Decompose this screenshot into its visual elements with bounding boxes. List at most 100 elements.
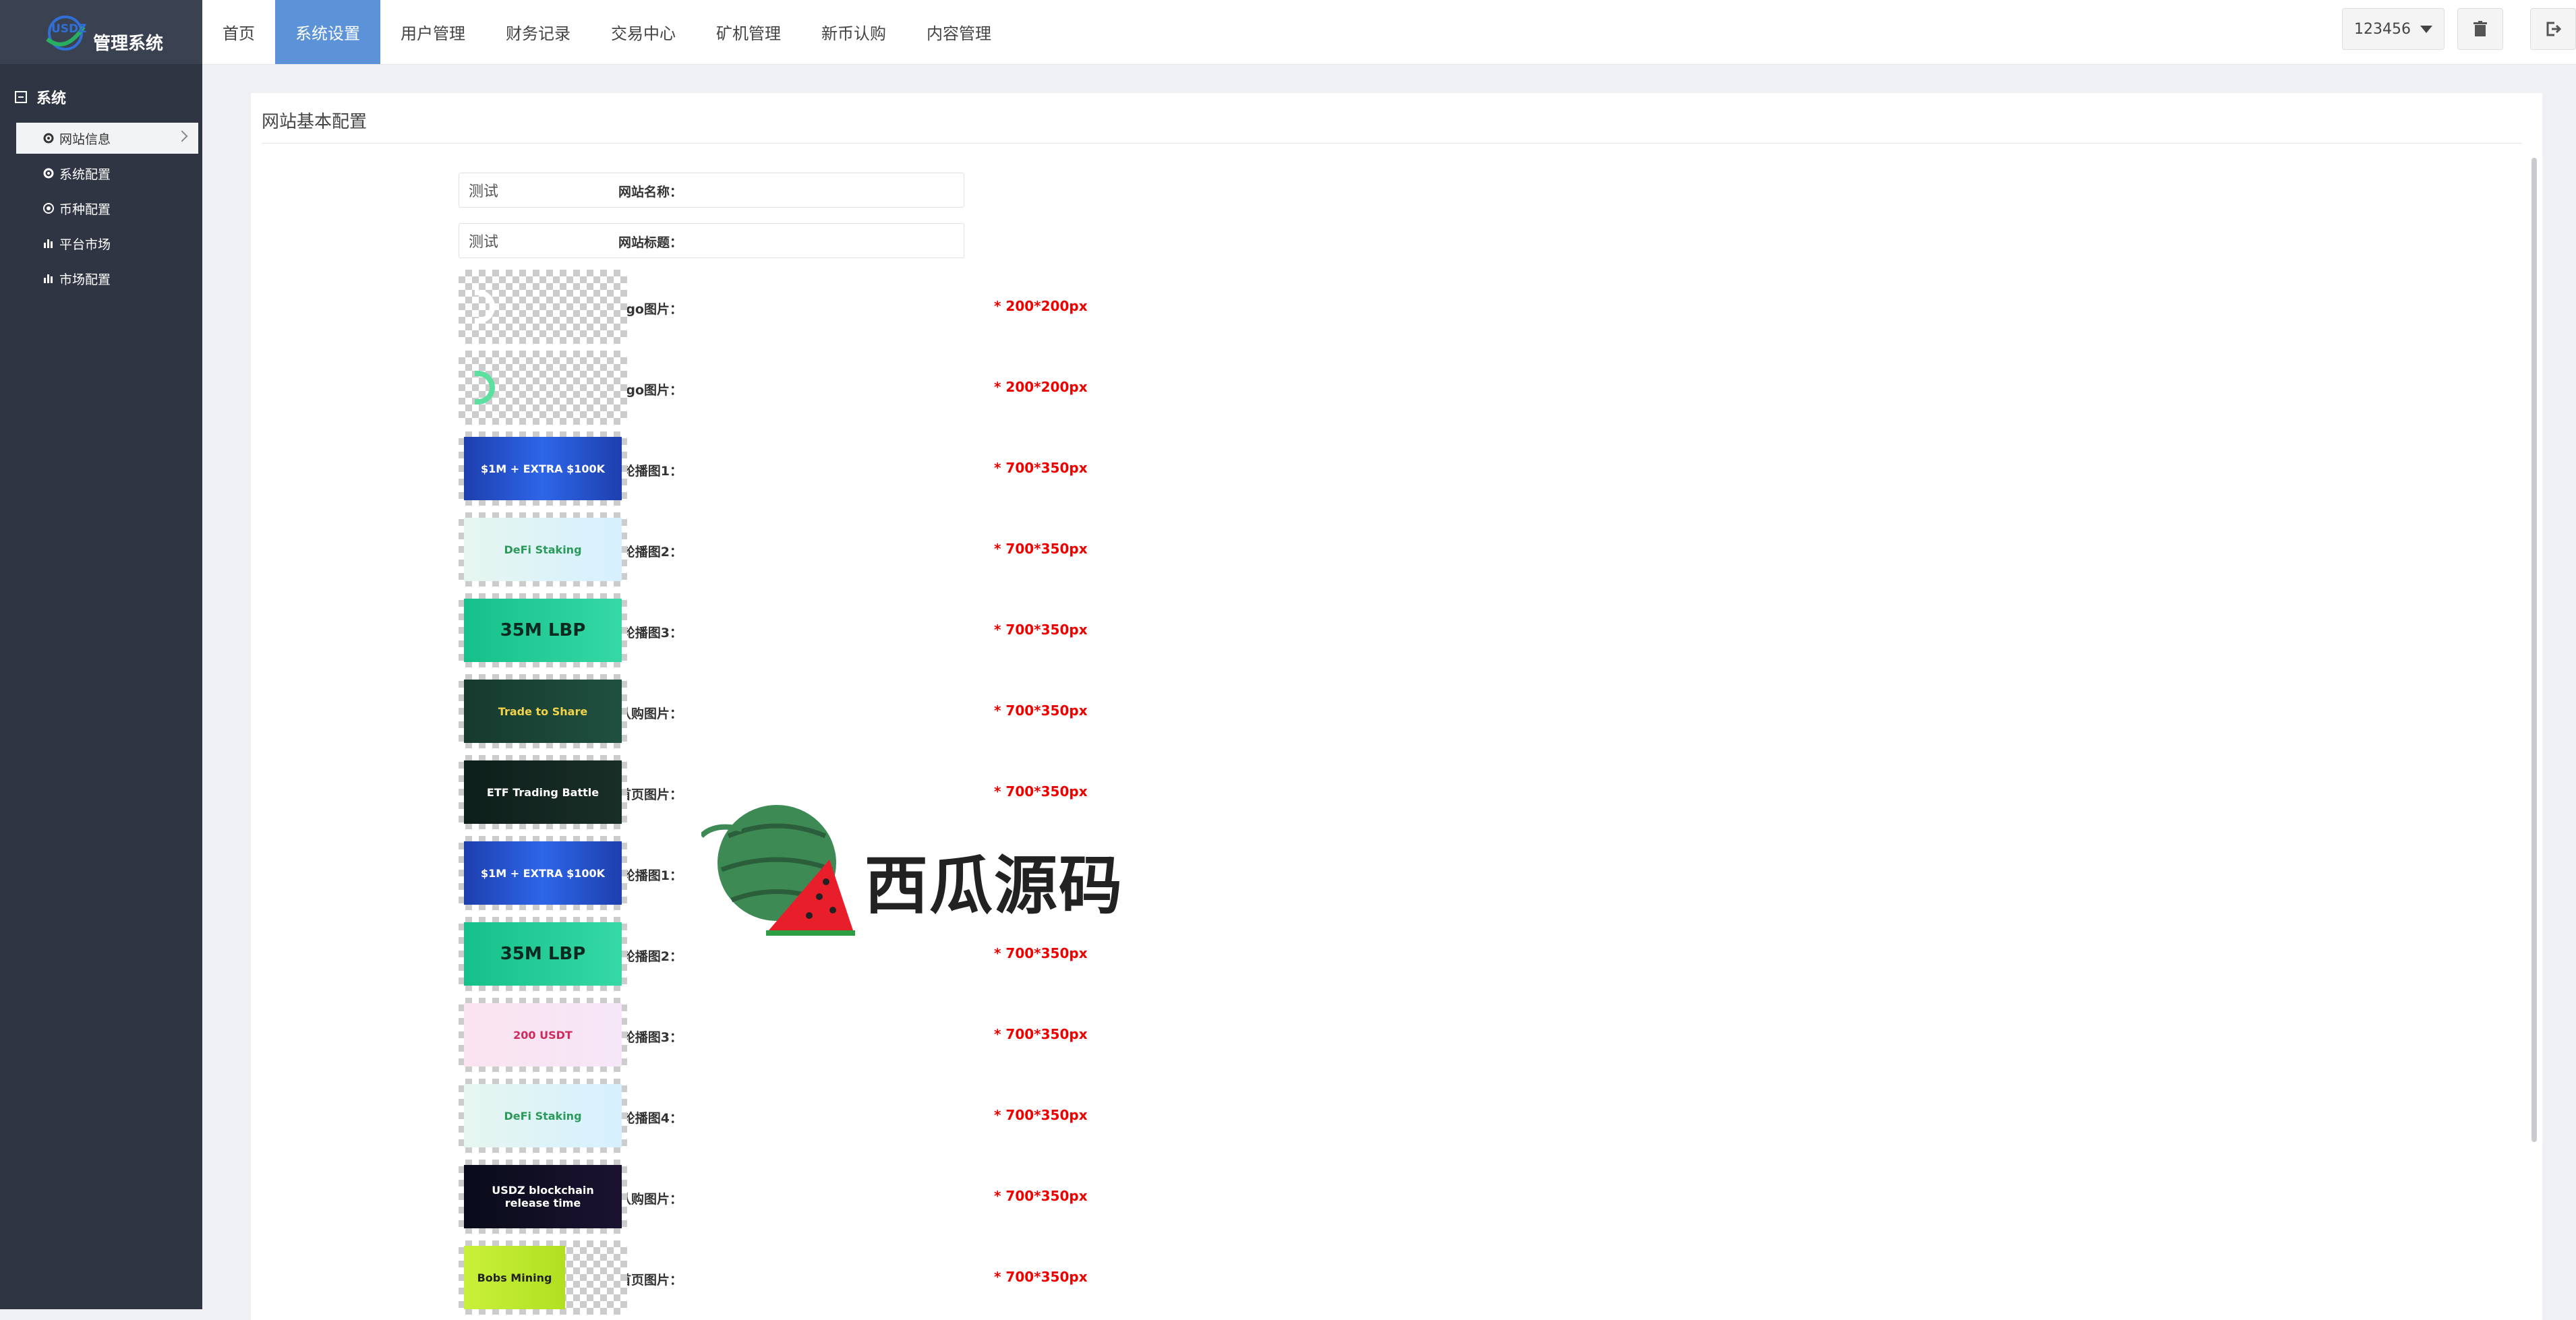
- app-title: 管理系统: [93, 34, 164, 54]
- user-dropdown[interactable]: 123456: [2342, 8, 2445, 50]
- config-panel: 网站基本配置 网站名称： 测试 网站标题： 测试 手机端Logo图片：* 200…: [251, 93, 2542, 1320]
- form-row-image: 手机端轮播图1： $1M + EXTRA $100K * 700*350px: [251, 431, 1195, 506]
- logout-button[interactable]: [2530, 8, 2576, 50]
- banner-preview: Trade to Share: [464, 680, 622, 743]
- size-hint: * 700*350px: [994, 1269, 1088, 1285]
- image-upload-preview[interactable]: 200 USDT: [459, 998, 627, 1072]
- tab-content-management[interactable]: 内容管理: [906, 0, 1012, 64]
- banner-preview: DeFi Staking: [464, 518, 622, 581]
- trash-icon: [2473, 21, 2487, 36]
- sidebar-item-label: 市场配置: [59, 272, 111, 287]
- sidebar-item-label: 币种配置: [59, 202, 111, 217]
- banner-text: USDZ blockchain release time: [492, 1184, 594, 1209]
- site-title-input[interactable]: 测试: [459, 223, 964, 258]
- collapse-icon: [15, 91, 27, 103]
- gear-icon: [42, 131, 55, 145]
- logout-icon: [2546, 22, 2561, 36]
- tab-home[interactable]: 首页: [202, 0, 275, 64]
- banner-text: $1M + EXTRA $100K: [480, 866, 606, 880]
- size-hint: * 700*350px: [994, 622, 1088, 638]
- size-hint: * 700*350px: [994, 1026, 1088, 1042]
- tab-user-management[interactable]: 用户管理: [380, 0, 486, 64]
- form-row-image: PC端轮播图3： 200 USDT * 700*350px: [251, 998, 1195, 1072]
- chevron-right-icon: [176, 130, 188, 142]
- bar-chart-icon: [42, 237, 55, 250]
- image-upload-preview[interactable]: Trade to Share: [459, 674, 627, 748]
- sidebar: USDZ 管理系统 系统 网站信息 系统配置 币种配置 平台市场 市场配置: [0, 0, 202, 1309]
- panel-title: 网站基本配置: [262, 112, 368, 132]
- size-hint: * 700*350px: [994, 541, 1088, 557]
- banner-text: DeFi Staking: [504, 1109, 582, 1122]
- form-row-image: 手机端新币认购图片：Trade to Share* 700*350px: [251, 674, 1195, 748]
- image-upload-preview[interactable]: USDZ blockchain release time: [459, 1160, 627, 1234]
- image-upload-preview[interactable]: DeFi Staking: [459, 1079, 627, 1153]
- tab-system-settings[interactable]: 系统设置: [275, 0, 380, 64]
- image-upload-preview[interactable]: Bobs Mining: [459, 1240, 627, 1315]
- image-upload-preview[interactable]: DeFi Staking: [459, 512, 627, 587]
- banner-text: 35M LBP: [500, 620, 586, 640]
- banner-text: $1M + EXTRA $100K: [480, 462, 606, 475]
- circle-dot-icon: [42, 202, 55, 215]
- banner-text: DeFi Staking: [504, 543, 582, 556]
- clear-cache-button[interactable]: [2457, 8, 2503, 50]
- form-row-image: PC端logo图片： * 200*200px: [251, 351, 1195, 425]
- banner-preview: $1M + EXTRA $100K: [464, 841, 622, 905]
- gear-icon: [42, 167, 55, 180]
- image-upload-preview[interactable]: $1M + EXTRA $100K: [459, 836, 627, 910]
- form-row-image: PC端新币认购图片：USDZ blockchain release time* …: [251, 1160, 1195, 1234]
- banner-preview: 35M LBP: [464, 922, 622, 986]
- form-row-image: 手机端Logo图片：* 200*200px: [251, 270, 1195, 344]
- image-upload-preview[interactable]: 35M LBP: [459, 917, 627, 991]
- svg-text:USDZ: USDZ: [51, 22, 87, 36]
- divider: [262, 143, 2522, 144]
- image-upload-preview[interactable]: ETF Trading Battle: [459, 755, 627, 829]
- sidebar-section-label: 系统: [36, 90, 67, 107]
- banner-preview: $1M + EXTRA $100K: [464, 437, 622, 500]
- watermark-text: 西瓜源码: [865, 849, 1124, 923]
- bar-chart-icon: [42, 272, 55, 285]
- sidebar-item-system-config[interactable]: 系统配置: [16, 158, 202, 189]
- size-hint: * 200*200px: [994, 379, 1088, 395]
- scrollbar[interactable]: [2531, 158, 2537, 1142]
- logo-preview-icon: [475, 371, 495, 404]
- size-hint: * 700*350px: [994, 1107, 1088, 1123]
- banner-text: 200 USDT: [513, 1028, 573, 1042]
- top-navbar: 首页 系统设置 用户管理 财务记录 交易中心 矿机管理 新币认购 内容管理 12…: [202, 0, 2576, 65]
- sidebar-item-label: 平台市场: [59, 237, 111, 252]
- form-row-image: PC端矿机首页图片：Bobs Mining* 700*350px: [251, 1240, 1195, 1315]
- tab-trading-center[interactable]: 交易中心: [591, 0, 696, 64]
- image-upload-preview[interactable]: [459, 270, 627, 344]
- banner-preview: 200 USDT: [464, 1003, 622, 1067]
- banner-preview: Bobs Mining: [464, 1246, 565, 1309]
- form-row-site-title: 网站标题： 测试: [251, 223, 1195, 258]
- site-name-input[interactable]: 测试: [459, 173, 964, 208]
- banner-text: Trade to Share: [498, 704, 588, 718]
- image-upload-preview[interactable]: [459, 351, 627, 425]
- size-hint: * 200*200px: [994, 298, 1088, 314]
- image-upload-preview[interactable]: 35M LBP: [459, 593, 627, 667]
- image-upload-preview[interactable]: $1M + EXTRA $100K: [459, 431, 627, 506]
- banner-preview: USDZ blockchain release time: [464, 1165, 622, 1228]
- form-row-image: 手机端轮播图3： 35M LBP * 700*350px: [251, 593, 1195, 667]
- sidebar-item-market-config[interactable]: 市场配置: [16, 263, 202, 294]
- sidebar-item-coin-config[interactable]: 币种配置: [16, 193, 202, 224]
- sidebar-item-label: 系统配置: [59, 167, 111, 182]
- form-row-site-name: 网站名称： 测试: [251, 173, 1195, 208]
- tab-miner-management[interactable]: 矿机管理: [696, 0, 801, 64]
- sidebar-item-platform-market[interactable]: 平台市场: [16, 228, 202, 259]
- form-row-image: 手机端轮播图2： DeFi Staking * 700*350px: [251, 512, 1195, 587]
- banner-text: Bobs Mining: [477, 1271, 552, 1284]
- brand[interactable]: USDZ 管理系统: [0, 0, 202, 64]
- banner-text: 35M LBP: [500, 944, 586, 964]
- banner-preview: DeFi Staking: [464, 1084, 622, 1147]
- form-row-image: PC端轮播图4： DeFi Staking * 700*350px: [251, 1079, 1195, 1153]
- sidebar-section-system[interactable]: 系统: [15, 86, 66, 108]
- banner-preview: 35M LBP: [464, 599, 622, 662]
- logo-icon: USDZ: [46, 16, 87, 51]
- tab-new-coin-subscription[interactable]: 新币认购: [801, 0, 906, 64]
- size-hint: * 700*350px: [994, 702, 1088, 719]
- tab-finance-records[interactable]: 财务记录: [486, 0, 591, 64]
- banner-preview: ETF Trading Battle: [464, 760, 622, 824]
- sidebar-item-site-info[interactable]: 网站信息: [16, 123, 198, 154]
- size-hint: * 700*350px: [994, 1188, 1088, 1204]
